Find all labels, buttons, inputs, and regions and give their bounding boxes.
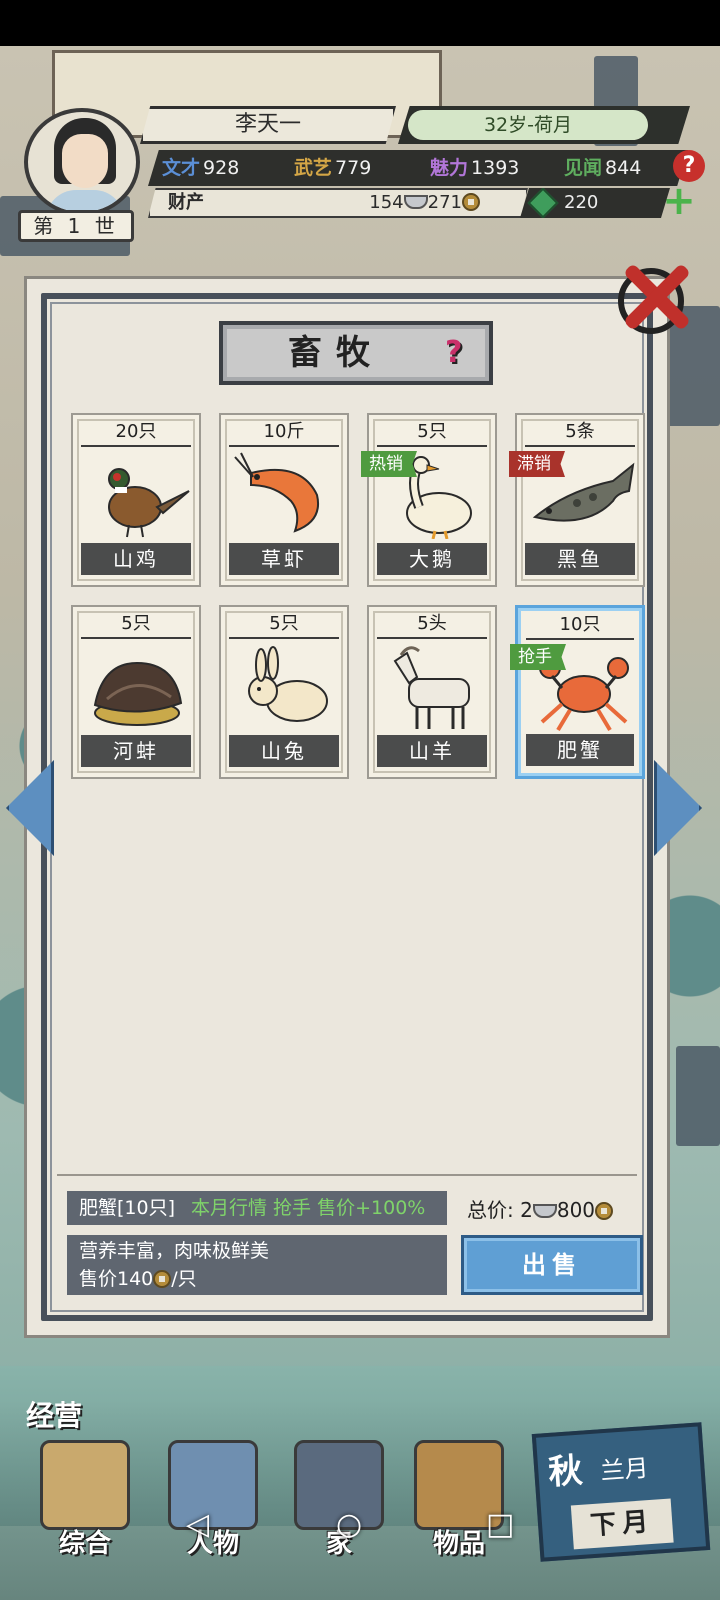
selected-item-description: 营养丰富，肉味极鲜美 售价140/只 bbox=[67, 1235, 447, 1295]
stat-meili: 魅力 1393 bbox=[430, 150, 519, 186]
rabbit-icon bbox=[248, 646, 328, 722]
item-description-text: 营养丰富，肉味极鲜美 bbox=[79, 1240, 270, 1262]
system-nav-bar: ◁ ○ □ bbox=[0, 1490, 720, 1560]
copper-coin-icon bbox=[462, 193, 480, 211]
season-label: 秋 bbox=[547, 1450, 584, 1493]
item-quantity: 20只 bbox=[115, 421, 157, 442]
player-avatar[interactable] bbox=[24, 108, 140, 216]
info-divider bbox=[57, 1174, 637, 1176]
item-quantity: 10只 bbox=[559, 614, 601, 635]
unit-price-value: 售价140 bbox=[79, 1268, 154, 1290]
shrimp-icon bbox=[234, 452, 319, 533]
business-section-label: 经营 bbox=[26, 1399, 83, 1432]
hot-sale-tag: 热销 bbox=[361, 451, 417, 477]
item-quantity: 10斤 bbox=[263, 421, 305, 442]
in-demand-tag: 抢手 bbox=[510, 644, 566, 670]
total-price: 总价: 2 800 bbox=[467, 1195, 614, 1225]
copper-amount: 271 bbox=[427, 192, 462, 213]
item-card-crab[interactable]: 10只 抢手 肥蟹 bbox=[510, 605, 645, 779]
goat-icon bbox=[393, 646, 470, 729]
item-name: 山鸡 bbox=[81, 543, 191, 575]
home-circle-icon[interactable]: ○ bbox=[336, 1508, 362, 1542]
item-card-goose[interactable]: 5只 热销 大鹅 bbox=[361, 413, 497, 587]
recents-square-icon[interactable]: □ bbox=[486, 1508, 514, 1542]
add-currency-button[interactable]: + bbox=[662, 181, 696, 221]
item-name: 河蚌 bbox=[81, 735, 191, 767]
stat-wencai: 文才 928 bbox=[162, 150, 239, 186]
stat-value: 844 bbox=[605, 157, 642, 179]
map-building-roof bbox=[676, 1046, 720, 1146]
age-season-plate: 32岁-荷月 bbox=[398, 106, 690, 144]
stat-value: 1393 bbox=[471, 157, 520, 179]
generation-badge: 第 1 世 bbox=[18, 210, 134, 242]
unit-price: 售价140/只 bbox=[79, 1265, 435, 1293]
stat-label: 见闻 bbox=[564, 157, 603, 179]
selected-item-header: 肥蟹[10只] 本月行情 抢手 售价+100% bbox=[67, 1191, 447, 1225]
month-label: 兰月 bbox=[599, 1454, 650, 1486]
unit-price-suffix: /只 bbox=[171, 1268, 197, 1290]
slow-sale-tag: 滞销 bbox=[509, 451, 565, 477]
copper-coin-icon bbox=[595, 1202, 614, 1220]
copper-coin-icon bbox=[153, 1270, 172, 1288]
item-card-goat[interactable]: 5头 山羊 bbox=[367, 605, 497, 779]
item-name: 山兔 bbox=[229, 735, 339, 767]
clam-icon bbox=[93, 661, 183, 726]
sell-button[interactable]: 出售 bbox=[461, 1235, 643, 1295]
total-copper: 800 bbox=[556, 1198, 596, 1222]
wealth-label: 财产 bbox=[168, 192, 204, 213]
stats-bar: 文才 928 武艺 779 魅力 1393 见闻 844 bbox=[148, 150, 688, 186]
stat-label: 武艺 bbox=[294, 157, 333, 179]
panel-title: 畜牧 bbox=[288, 333, 384, 373]
stat-value: 779 bbox=[335, 157, 372, 179]
wealth-values: 154 271 bbox=[369, 190, 480, 216]
silver-ingot-icon bbox=[532, 1204, 557, 1218]
item-name: 大鹅 bbox=[377, 543, 487, 575]
item-card-rabbit[interactable]: 5只 山兔 bbox=[219, 605, 349, 779]
item-quantity: 5条 bbox=[565, 421, 595, 442]
item-card-snakehead[interactable]: 5条 滞销 黑鱼 bbox=[509, 413, 645, 587]
silver-ingot-icon bbox=[403, 195, 428, 209]
livestock-panel: 畜牧 ? 20只 山鸡 10斤 草虾 5只 热销 大鹅 5条 滞销 黑鱼 5只 … bbox=[24, 276, 670, 1338]
item-name: 草虾 bbox=[229, 543, 339, 575]
item-quantity: 5头 bbox=[417, 613, 447, 634]
item-name: 山羊 bbox=[377, 735, 487, 767]
market-trend: 本月行情 抢手 售价+100% bbox=[191, 1197, 426, 1219]
close-icon[interactable] bbox=[612, 254, 696, 338]
item-quantity: 5只 bbox=[269, 613, 299, 634]
total-label: 总价: bbox=[467, 1198, 514, 1222]
item-card-clam[interactable]: 5只 河蚌 bbox=[71, 605, 201, 779]
stat-jianwen: 见闻 844 bbox=[564, 150, 641, 186]
wealth-bar: 财产 154 271 bbox=[148, 188, 528, 218]
silver-amount: 154 bbox=[369, 192, 404, 213]
pheasant-icon bbox=[108, 468, 190, 538]
selected-item-title: 肥蟹[10只] bbox=[79, 1197, 176, 1219]
jade-amount: 220 bbox=[564, 192, 599, 213]
total-silver: 2 bbox=[520, 1198, 533, 1222]
item-card-pheasant[interactable]: 20只 山鸡 bbox=[71, 413, 201, 587]
item-quantity: 5只 bbox=[417, 421, 447, 442]
back-icon[interactable]: ◁ bbox=[186, 1508, 209, 1542]
stat-label: 魅力 bbox=[430, 157, 469, 179]
stat-wuyi: 武艺 779 bbox=[294, 150, 371, 186]
stat-value: 928 bbox=[203, 157, 240, 179]
item-quantity: 5只 bbox=[121, 613, 151, 634]
jade-icon bbox=[527, 188, 559, 218]
item-name: 肥蟹 bbox=[526, 734, 634, 766]
panel-title-plate: 畜牧 ? bbox=[219, 321, 493, 385]
stat-label: 文才 bbox=[162, 157, 201, 179]
item-card-shrimp[interactable]: 10斤 草虾 bbox=[219, 413, 349, 587]
jade-bar: 220 bbox=[520, 188, 670, 218]
panel-help-icon[interactable]: ? bbox=[445, 337, 475, 369]
age-season-text: 32岁-荷月 bbox=[408, 110, 648, 140]
player-name: 李天一 bbox=[140, 106, 396, 144]
item-name: 黑鱼 bbox=[525, 543, 635, 575]
